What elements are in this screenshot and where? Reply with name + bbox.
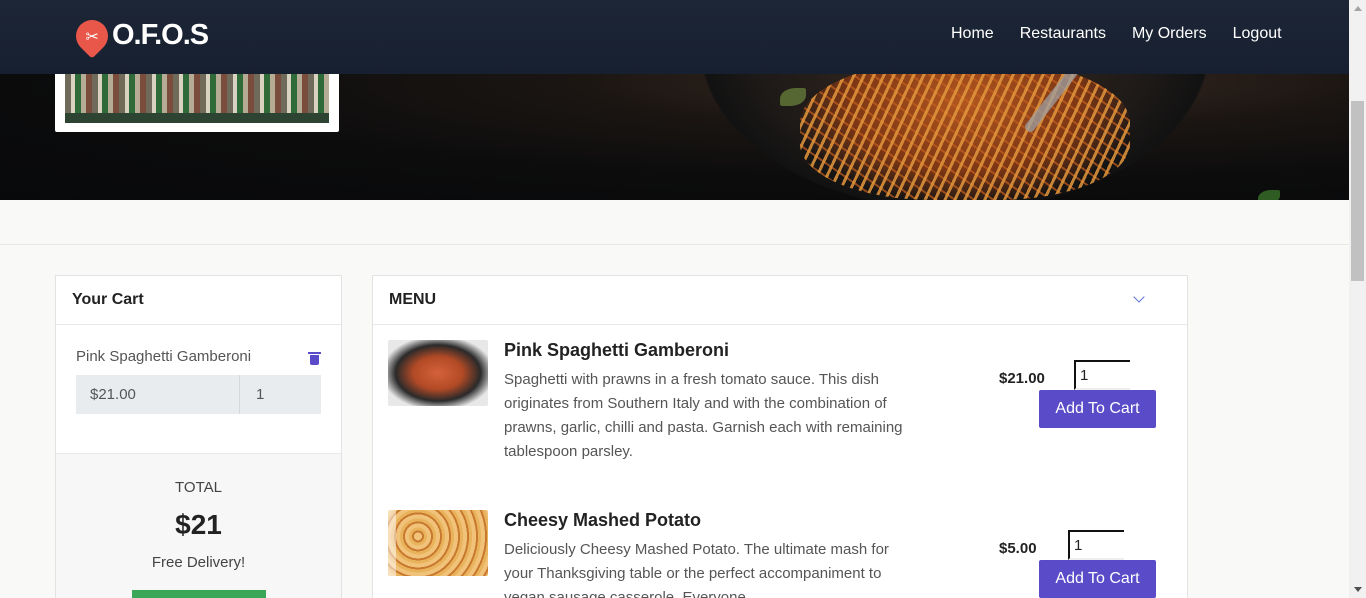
cart-item-details: $21.00 1 [76, 375, 321, 414]
menu-item-description: Deliciously Cheesy Mashed Potato. The ul… [504, 541, 889, 598]
total-amount: $21 [175, 509, 222, 540]
menu-item-price: $5.00 [999, 540, 1037, 557]
cheesy-mashed-potato-image [388, 510, 488, 576]
nav-logout-link[interactable]: Logout [1233, 25, 1282, 43]
brand-name: O.F.O.S [112, 19, 209, 51]
fork-knife-pin-icon: ✂ [69, 12, 115, 59]
cart-item-qty: 1 [240, 375, 321, 414]
menu-panel: MENU Pink Spaghetti Gamberoni Spaghetti … [372, 275, 1188, 598]
cart-summary: TOTAL $21 Free Delivery! [56, 454, 341, 598]
scroll-down-arrow-icon[interactable] [1354, 587, 1362, 592]
menu-title: MENU [389, 291, 437, 308]
hero-pasta-image [800, 60, 1130, 200]
scrollbar[interactable] [1349, 0, 1366, 598]
delivery-note: Free Delivery! [151, 554, 246, 571]
cart-item-price: $21.00 [76, 375, 240, 414]
scrollbar-thumb[interactable] [1351, 101, 1364, 281]
nav-home-link[interactable]: Home [951, 25, 994, 43]
scroll-up-arrow-icon[interactable] [1354, 6, 1362, 11]
trash-icon[interactable] [308, 352, 321, 365]
menu-item-price: $21.00 [999, 370, 1045, 387]
cart-item: Pink Spaghetti Gamberoni $21.00 1 [56, 325, 341, 454]
add-to-cart-button[interactable]: Add To Cart [1039, 390, 1156, 428]
quantity-input[interactable] [1068, 530, 1124, 560]
navbar: ✂ O.F.O.S Home Restaurants My Orders Log… [0, 0, 1349, 74]
nav-restaurants-link[interactable]: Restaurants [1020, 25, 1106, 43]
menu-item-description: Spaghetti with prawns in a fresh tomato … [504, 371, 903, 460]
chevron-down-icon[interactable] [1133, 291, 1145, 303]
quantity-input[interactable] [1074, 360, 1130, 390]
add-to-cart-button[interactable]: Add To Cart [1039, 560, 1156, 598]
hero-herb-image [1258, 190, 1280, 200]
nav-links: Home Restaurants My Orders Logout [951, 25, 1308, 43]
menu-header[interactable]: MENU [373, 276, 1187, 325]
checkout-button[interactable] [131, 590, 266, 598]
section-divider [0, 244, 1349, 245]
menu-item-name: Pink Spaghetti Gamberoni [504, 340, 730, 360]
pink-spaghetti-image [388, 340, 488, 406]
cart-panel: Your Cart Pink Spaghetti Gamberoni $21.0… [55, 275, 342, 598]
cart-item-name: Pink Spaghetti Gamberoni [76, 348, 252, 365]
brand-logo[interactable]: ✂ O.F.O.S [69, 12, 209, 59]
menu-item-name: Cheesy Mashed Potato [504, 510, 702, 530]
cart-title: Your Cart [56, 276, 341, 325]
nav-my-orders-link[interactable]: My Orders [1132, 25, 1207, 43]
total-label: TOTAL [175, 479, 222, 496]
